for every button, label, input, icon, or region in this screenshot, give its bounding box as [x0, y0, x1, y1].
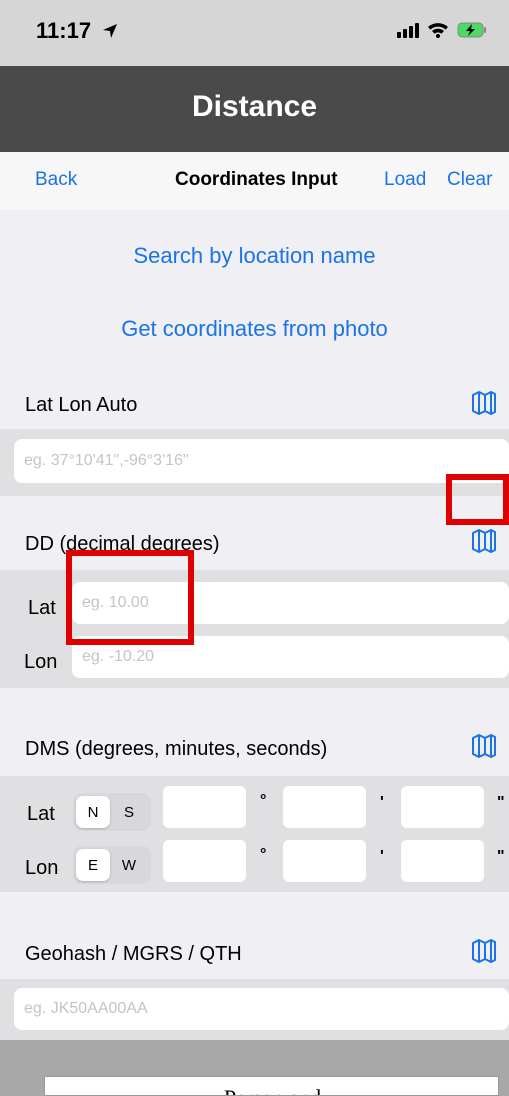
get-coordinates-from-photo-button[interactable]: Get coordinates from photo: [0, 316, 509, 342]
search-by-location-button[interactable]: Search by location name: [0, 243, 509, 269]
lat-minutes-input[interactable]: [283, 786, 366, 828]
status-icons: [397, 22, 487, 38]
dms-band: Lat N S ° ' " Lon E W ° ' ": [0, 776, 509, 892]
status-bar: 11:17: [0, 0, 509, 66]
status-time: 11:17: [36, 18, 119, 44]
degree-symbol: °: [260, 846, 267, 863]
back-button[interactable]: Back: [35, 169, 77, 191]
degree-symbol: °: [260, 792, 267, 809]
geohash-placeholder: eg. JK50AA00AA: [24, 1000, 148, 1017]
lat-lon-auto-label: Lat Lon Auto: [25, 394, 138, 416]
lat-degrees-input[interactable]: [163, 786, 246, 828]
status-time-text: 11:17: [36, 18, 92, 43]
map-icon[interactable]: [471, 390, 497, 416]
lat-seconds-input[interactable]: [401, 786, 484, 828]
bottom-panel-text: Person and: [45, 1085, 498, 1095]
load-button[interactable]: Load: [384, 169, 426, 191]
highlight-box: [446, 474, 509, 525]
bottom-panel: Person and: [44, 1076, 499, 1096]
lat-lon-auto-placeholder: eg. 37°10'41",-96°3'16": [24, 452, 189, 469]
map-icon[interactable]: [471, 938, 497, 964]
dd-lat-label: Lat: [28, 597, 56, 619]
wifi-icon: [428, 23, 448, 38]
dms-label: DMS (degrees, minutes, seconds): [25, 738, 328, 760]
battery-charging-icon: [457, 22, 486, 38]
geohash-label: Geohash / MGRS / QTH: [25, 943, 242, 965]
location-arrow-icon: [103, 24, 118, 38]
lon-seconds-input[interactable]: [401, 840, 484, 882]
lat-lon-auto-band: eg. 37°10'41",-96°3'16": [0, 429, 509, 496]
dms-lat-label: Lat: [27, 803, 55, 825]
lon-minutes-input[interactable]: [283, 840, 366, 882]
minute-symbol: ': [380, 848, 384, 865]
page-title: Distance: [191, 90, 318, 123]
west-option[interactable]: W: [112, 849, 146, 881]
nav-title: Coordinates Input: [175, 169, 338, 190]
lon-hemisphere-toggle[interactable]: E W: [73, 846, 151, 884]
signal-icon: [397, 22, 419, 38]
second-symbol: ": [497, 794, 505, 811]
lat-hemisphere-toggle[interactable]: N S: [73, 793, 151, 831]
nav-bar: Back Coordinates Input Load Clear: [0, 152, 509, 210]
dd-lon-placeholder: eg. -10.20: [82, 648, 155, 665]
minute-symbol: ': [380, 794, 384, 811]
dd-lon-label: Lon: [24, 651, 58, 673]
map-icon[interactable]: [471, 528, 497, 554]
dms-lon-label: Lon: [25, 857, 59, 879]
second-symbol: ": [497, 848, 505, 865]
east-option[interactable]: E: [76, 849, 110, 881]
north-option[interactable]: N: [76, 796, 110, 828]
map-icon[interactable]: [471, 733, 497, 759]
clear-button[interactable]: Clear: [447, 169, 492, 191]
lat-lon-auto-input[interactable]: eg. 37°10'41",-96°3'16": [14, 439, 509, 483]
title-bar: Distance: [0, 66, 509, 152]
geohash-band: eg. JK50AA00AA: [0, 979, 509, 1040]
lon-degrees-input[interactable]: [163, 840, 246, 882]
highlight-box: [66, 550, 194, 645]
south-option[interactable]: S: [112, 796, 146, 828]
geohash-input[interactable]: eg. JK50AA00AA: [14, 988, 509, 1030]
